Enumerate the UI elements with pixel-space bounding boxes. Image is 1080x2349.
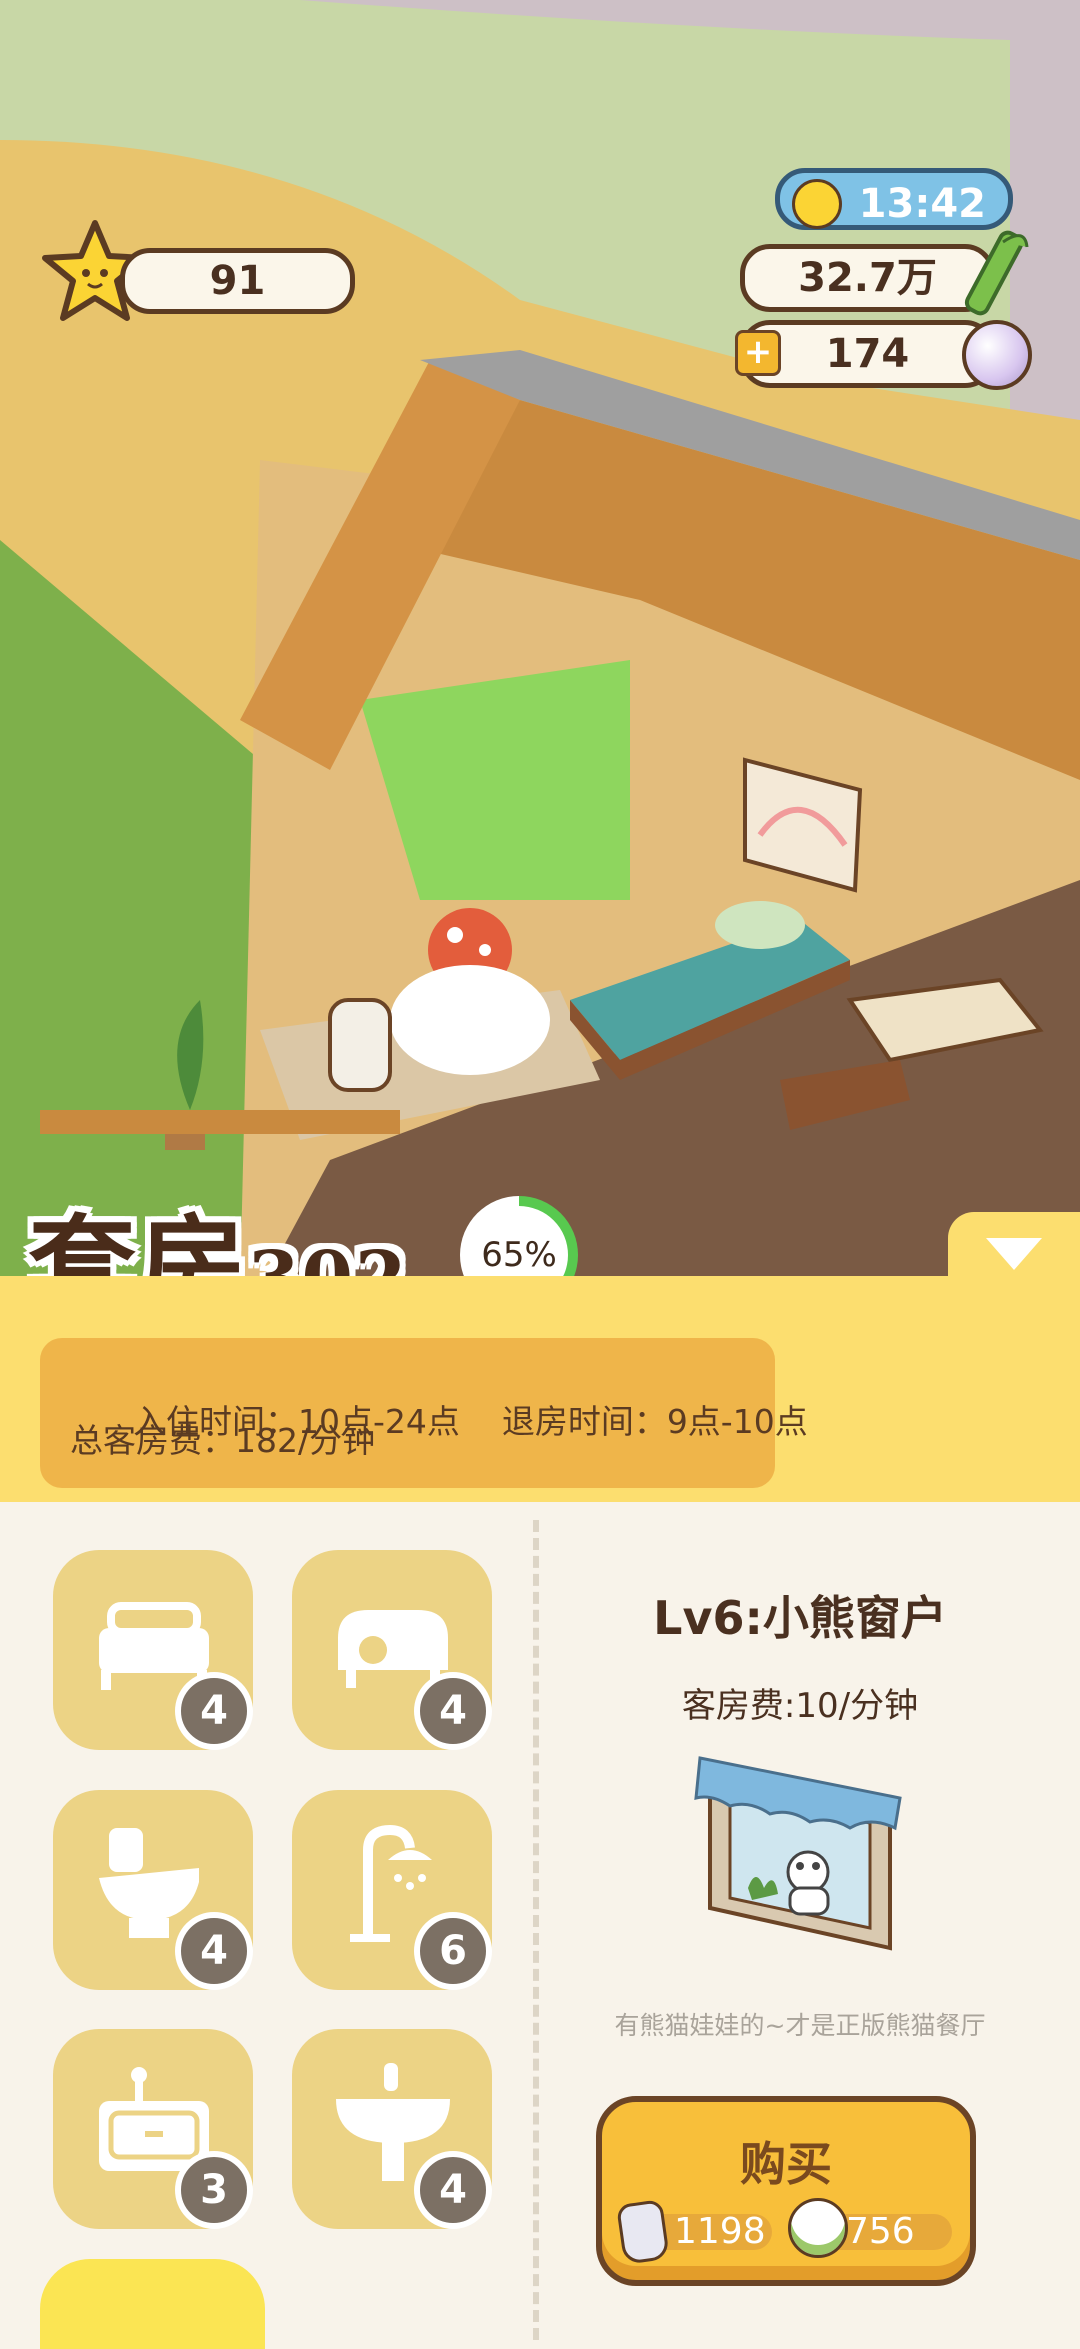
total-fee: 总客房费：182/分钟 — [70, 1421, 376, 1460]
cost-cotton-amount: 756 — [846, 2211, 915, 2252]
pearl-amount: 174 — [825, 331, 910, 377]
buy-button[interactable]: 购买 1198 756 — [596, 2096, 976, 2286]
item-fee: 客房费:10/分钟 — [681, 1686, 919, 1726]
room-info-box: 入住时间：10点-24点 退房时间：9点-10点 总客房费：182/分钟 — [40, 1338, 808, 1488]
category-partial[interactable] — [40, 2259, 265, 2349]
bamboo-icon — [964, 230, 1029, 316]
panel-divider — [533, 1520, 539, 2340]
category-nightstand[interactable]: 3 — [53, 2029, 253, 2229]
item-title: Lv6:小熊窗户 — [653, 1591, 947, 1645]
time-label: 13:42 — [858, 181, 986, 227]
cost-crystal-amount: 1198 — [674, 2211, 766, 2252]
item-description: 有熊猫娃娃的~才是正版熊猫餐厅 — [614, 2011, 986, 2040]
category-count: 4 — [175, 1912, 253, 1990]
chevron-down-icon — [986, 1238, 1042, 1270]
category-bathtub[interactable]: 4 — [292, 1550, 492, 1750]
category-count: 4 — [414, 2151, 492, 2229]
checkout-time: 退房时间：9点-10点 — [501, 1402, 808, 1441]
room-info-band: 入住时间：10点-24点 退房时间：9点-10点 总客房费：182/分钟 — [0, 1276, 1080, 1502]
category-sink[interactable]: 4 — [292, 2029, 492, 2229]
category-count: 3 — [175, 2151, 253, 2229]
bamboo-amount: 32.7万 — [798, 255, 937, 301]
category-shower[interactable]: 6 — [292, 1790, 492, 1990]
crystal-icon — [616, 2199, 670, 2265]
item-preview-image — [694, 1756, 902, 1951]
furniture-panel: 4 4 4 6 3 4 Lv6:小熊窗户 客房费:10/分钟 有熊猫娃娃的~才是… — [0, 1502, 1080, 2349]
category-bed[interactable]: 4 — [53, 1550, 253, 1750]
category-count: 4 — [414, 1672, 492, 1750]
pearl-icon — [962, 320, 1032, 390]
category-count: 6 — [414, 1912, 492, 1990]
plus-icon[interactable]: + — [735, 330, 781, 376]
time-display: 13:42 — [775, 168, 1013, 230]
buy-label: 购买 — [740, 2137, 832, 2191]
stars-counter: 91 — [120, 248, 355, 314]
category-count: 4 — [175, 1672, 253, 1750]
weather-icon — [792, 179, 842, 229]
category-toilet[interactable]: 4 — [53, 1790, 253, 1990]
cotton-icon — [788, 2198, 848, 2258]
